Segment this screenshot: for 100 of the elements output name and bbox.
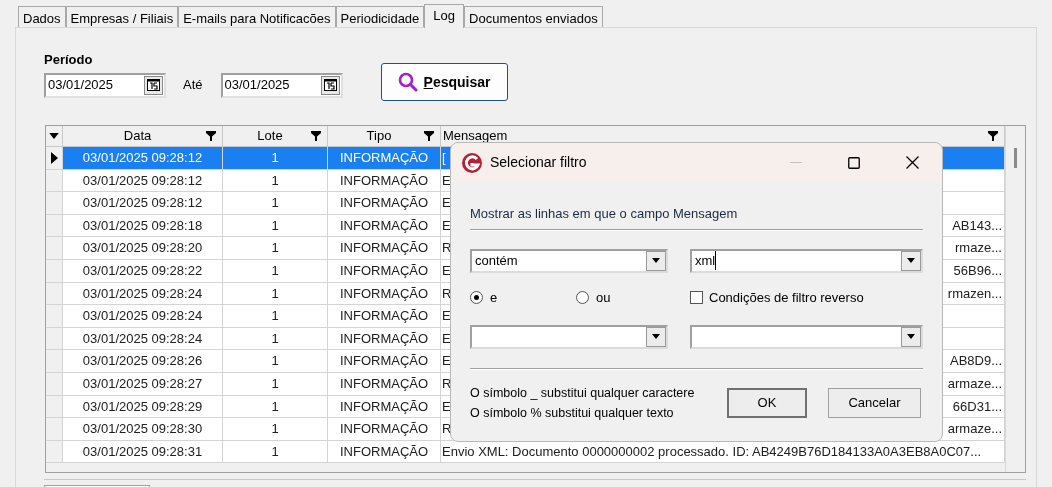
reverse-checkbox-option[interactable]: Condições de filtro reverso xyxy=(690,287,864,308)
table-cell: 03/01/2025 09:28:31 xyxy=(63,440,223,464)
table-cell-text: R xyxy=(442,375,452,393)
table-cell: INFORMAÇÃO xyxy=(328,350,441,373)
table-cell: 1 xyxy=(223,305,328,328)
caret-icon xyxy=(49,133,59,139)
table-cell: 1 xyxy=(223,395,328,419)
table-cell: INFORMAÇÃO xyxy=(328,305,441,328)
table-cell: 03/01/2025 09:28:22 xyxy=(63,259,223,283)
table-cell: INFORMAÇÃO xyxy=(328,237,441,260)
table-cell: 03/01/2025 09:28:18 xyxy=(63,214,223,238)
table-cell: 03/01/2025 09:28:24 xyxy=(63,282,223,306)
table-cell: INFORMAÇÃO xyxy=(328,418,441,441)
end-date-field[interactable]: 03/01/2025 xyxy=(220,72,343,98)
operator-dropdown[interactable]: contém xyxy=(470,248,668,273)
table-cell: 03/01/2025 09:28:12 xyxy=(63,147,223,170)
table-cell: INFORMAÇÃO xyxy=(328,327,441,351)
hint-text: O símbolo % substitui qualquer texto xyxy=(470,404,675,422)
app-logo-icon xyxy=(461,151,483,174)
calendar-button[interactable] xyxy=(320,75,340,95)
current-row-icon xyxy=(50,151,58,164)
filter-icon[interactable] xyxy=(311,131,321,141)
table-cell-text: R xyxy=(442,420,452,439)
minimize-icon[interactable] xyxy=(790,161,802,164)
table-cell: INFORMAÇÃO xyxy=(328,192,441,215)
table-cell-text: E xyxy=(442,194,451,213)
ok-button[interactable]: OK xyxy=(727,387,807,418)
dropdown-button[interactable] xyxy=(901,326,921,347)
hint-text: O símbolo _ substitui qualquer caractere xyxy=(470,384,696,402)
table-cell-text: E xyxy=(442,352,451,371)
dropdown-button[interactable] xyxy=(646,250,666,271)
table-cell: INFORMAÇÃO xyxy=(328,147,441,170)
table-cell: 1 xyxy=(223,440,328,464)
caret-icon xyxy=(907,258,915,263)
table-cell: INFORMAÇÃO xyxy=(328,169,441,193)
table-cell: 1 xyxy=(223,214,328,238)
maximize-icon[interactable] xyxy=(848,156,860,169)
tab[interactable]: Empresas / Filiais xyxy=(65,6,179,27)
table-cell: 03/01/2025 09:28:24 xyxy=(63,305,223,328)
radio-option[interactable]: ou xyxy=(576,287,690,308)
close-icon[interactable] xyxy=(906,156,919,169)
until-label: Até xyxy=(183,76,203,95)
cancel-button[interactable]: Cancelar xyxy=(828,387,921,418)
table-cell-text: [ xyxy=(442,149,446,168)
table-cell-text: rmazen... xyxy=(947,284,1002,303)
table-cell-text: R xyxy=(442,239,452,258)
table-cell: 03/01/2025 09:28:12 xyxy=(63,192,223,215)
table-cell-text: rmaze... xyxy=(955,239,1002,258)
table-cell: 1 xyxy=(223,418,328,441)
table-cell: 1 xyxy=(223,372,328,396)
column-header[interactable]: Lote xyxy=(223,126,328,146)
table-cell: 03/01/2025 09:28:27 xyxy=(63,372,223,396)
search-button[interactable]: Pesquisar xyxy=(380,63,508,101)
table-cell: INFORMAÇÃO xyxy=(328,259,441,283)
radio-button[interactable] xyxy=(470,291,483,304)
filter-icon[interactable] xyxy=(424,131,434,141)
table-cell-text: E xyxy=(442,171,451,190)
checkbox[interactable] xyxy=(690,291,703,304)
table-cell-text: 66D31... xyxy=(952,397,1002,416)
column-header[interactable]: Data xyxy=(63,126,223,146)
search-icon xyxy=(397,72,418,92)
table-cell: 03/01/2025 09:28:29 xyxy=(63,395,223,419)
table-cell: 1 xyxy=(223,147,328,170)
table-cell-text: armaze... xyxy=(947,375,1002,393)
tab[interactable]: Log xyxy=(424,4,465,28)
tab[interactable]: Documentos enviados xyxy=(464,6,603,27)
filter-prompt: Mostrar as linhas em que o campo Mensagem xyxy=(470,205,739,223)
table-cell: 03/01/2025 09:28:26 xyxy=(63,350,223,373)
value-dropdown[interactable]: xml xyxy=(690,248,923,273)
radio-button[interactable] xyxy=(576,291,589,304)
table-cell: 1 xyxy=(223,259,328,283)
table-cell-text: armaze... xyxy=(947,420,1002,439)
caret-icon xyxy=(652,258,660,263)
table-cell: 03/01/2025 09:28:12 xyxy=(63,169,223,193)
table-cell-text: R xyxy=(442,284,452,303)
calendar-icon xyxy=(323,79,337,91)
tab[interactable]: Periodicidade xyxy=(335,6,425,27)
radio-option[interactable]: e xyxy=(470,287,576,308)
column-header[interactable]: Tipo xyxy=(328,126,441,146)
dropdown-button[interactable] xyxy=(646,326,666,347)
filter-icon[interactable] xyxy=(988,131,998,141)
table-cell-text: E xyxy=(442,216,451,235)
tab[interactable]: E-mails para Notificacões xyxy=(178,6,336,27)
dropdown-button[interactable] xyxy=(901,250,921,271)
scrollbar-thumb[interactable] xyxy=(1014,148,1017,168)
start-date-field[interactable]: 03/01/2025 xyxy=(44,72,166,98)
table-cell: 03/01/2025 09:28:24 xyxy=(63,327,223,351)
filter-icon[interactable] xyxy=(206,131,216,141)
period-label: Período xyxy=(44,51,94,68)
table-cell: 1 xyxy=(223,169,328,193)
tab[interactable]: Dados xyxy=(18,6,66,27)
table-cell-text: Envio XML: Documento 0000000002 processado. ID: AB4249B76D184133A0A3EB8A0C07... xyxy=(442,442,982,461)
calendar-button[interactable] xyxy=(144,75,163,95)
table-cell-text: E xyxy=(442,397,451,416)
row-indicator[interactable] xyxy=(46,147,63,170)
table-cell: INFORMAÇÃO xyxy=(328,282,441,306)
calendar-icon xyxy=(147,79,160,91)
caret-icon xyxy=(652,334,660,339)
table-cell: 03/01/2025 09:28:20 xyxy=(63,237,223,260)
table-cell: 1 xyxy=(223,327,328,351)
